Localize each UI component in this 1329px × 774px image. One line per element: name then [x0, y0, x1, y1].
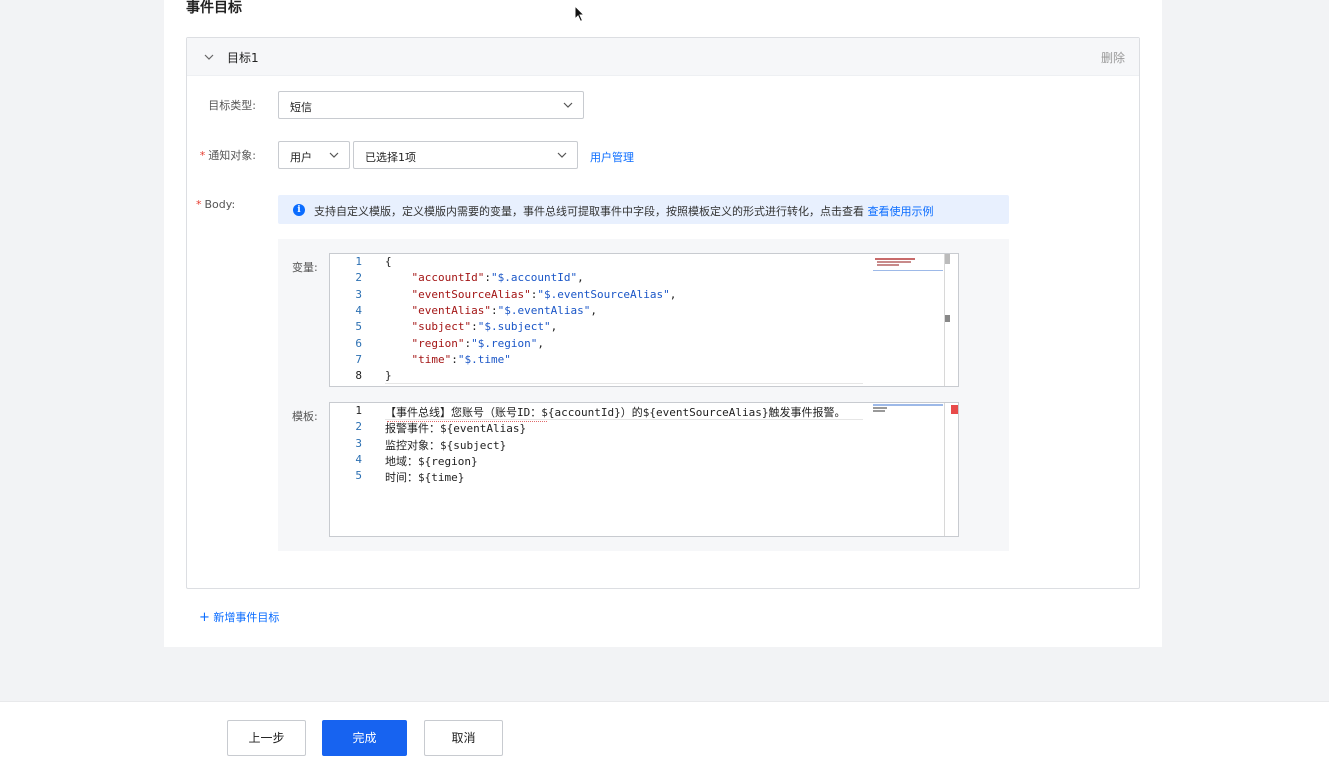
line-number: 2	[355, 271, 362, 285]
chevron-down-icon	[563, 102, 573, 108]
code-line: 地域：${region}	[385, 454, 478, 468]
line-number: 1	[355, 255, 362, 268]
error-marker	[951, 405, 958, 414]
json-value: "$.eventAlias"	[497, 303, 591, 317]
code-line: "time":"$.time"	[411, 352, 511, 366]
json-key: "subject"	[411, 320, 472, 334]
add-target-button[interactable]: + 新增事件目标	[199, 609, 279, 625]
info-icon: i	[293, 204, 305, 216]
line-number: 4	[355, 303, 362, 317]
notify-target-label: * 通知对象:	[196, 147, 256, 163]
code-line: "accountId":"$.accountId",	[411, 271, 584, 285]
template-editor[interactable]: 1 【事件总线】您账号（账号ID：${accountId}）的${eventSou…	[329, 402, 959, 537]
target-type-label: 目标类型:	[200, 97, 256, 113]
json-key: "region"	[411, 336, 465, 350]
info-banner: i 支持自定义模版，定义模版内需要的变量，事件总线可提取事件中字段，按照模板定义…	[278, 195, 1009, 224]
delete-button[interactable]: 删除	[1101, 49, 1125, 66]
required-mark: *	[196, 198, 202, 211]
user-manage-link[interactable]: 用户管理	[590, 149, 634, 165]
target-title: 目标1	[227, 51, 259, 65]
required-mark: *	[199, 149, 206, 162]
line-number: 2	[355, 420, 362, 434]
scroll-thumb[interactable]	[945, 254, 950, 264]
json-value: "$.accountId"	[490, 271, 578, 285]
vertical-scrollbar[interactable]	[944, 403, 958, 536]
line-number: 8	[355, 369, 362, 383]
code-line: 报警事件：${eventAlias}	[385, 422, 527, 436]
section-title: 事件目标	[186, 0, 242, 16]
code-line: "region":"$.region",	[411, 336, 544, 350]
notify-kind-select[interactable]: 用户	[278, 141, 350, 169]
minimap-line	[873, 410, 885, 412]
mouse-cursor-icon	[574, 5, 586, 23]
minimap-line	[877, 264, 899, 266]
finish-button[interactable]: 完成	[322, 720, 407, 756]
code-line: "subject":"$.subject",	[411, 320, 558, 334]
code-line: {	[385, 255, 392, 268]
template-label: 模板:	[292, 410, 318, 423]
json-value: "$.region"	[471, 336, 538, 350]
usage-example-link[interactable]: 查看使用示例	[868, 205, 934, 218]
current-line-highlight	[385, 383, 863, 384]
json-value: "$.subject"	[477, 320, 551, 334]
variables-editor[interactable]: 1 {2 "accountId":"$.accountId", 3 "eventSo…	[329, 253, 959, 387]
minimap-viewport	[873, 404, 943, 406]
code-line: }	[385, 369, 392, 383]
chevron-down-icon[interactable]	[203, 51, 215, 63]
notify-users-select[interactable]: 已选择1项	[353, 141, 578, 169]
info-text: 支持自定义模版，定义模版内需要的变量，事件总线可提取事件中字段，按照模板定义的形…	[314, 203, 934, 219]
line-number: 1	[355, 404, 362, 417]
line-number: 3	[355, 436, 362, 450]
json-key: "eventSourceAlias"	[411, 287, 531, 301]
json-key: "eventAlias"	[411, 303, 491, 317]
minimap-line	[873, 407, 887, 409]
minimap-line	[877, 261, 911, 263]
previous-step-button[interactable]: 上一步	[227, 720, 306, 756]
notify-users-value: 已选择1项	[365, 151, 416, 164]
code-line: 【事件总线】您账号（账号ID：${accountId}）的${eventSour…	[385, 406, 846, 419]
target-type-label-text: 目标类型:	[208, 99, 256, 112]
footer-bar	[0, 701, 1329, 774]
line-number: 5	[355, 320, 362, 334]
notify-kind-value: 用户	[290, 151, 312, 164]
vertical-scrollbar[interactable]	[944, 254, 958, 386]
plus-icon: +	[199, 610, 210, 625]
code-line: 时间：${time}	[385, 471, 465, 485]
line-number: 3	[355, 287, 362, 301]
target-header[interactable]: 目标1 删除	[187, 38, 1139, 76]
target-type-select[interactable]: 短信	[278, 91, 584, 119]
code-line: "eventAlias":"$.eventAlias",	[411, 303, 597, 317]
json-key: "accountId"	[411, 271, 485, 285]
scroll-marker	[945, 315, 950, 322]
info-message: 支持自定义模版，定义模版内需要的变量，事件总线可提取事件中字段，按照模板定义的形…	[314, 205, 864, 218]
code-line: "eventSourceAlias":"$.eventSourceAlias",	[411, 287, 677, 301]
cancel-button[interactable]: 取消	[424, 720, 503, 756]
line-number: 6	[355, 336, 362, 350]
target-type-value: 短信	[290, 101, 312, 114]
json-key: "time"	[411, 352, 452, 366]
minimap	[871, 403, 943, 536]
line-number: 7	[355, 352, 362, 366]
notify-target-label-text: 通知对象:	[208, 149, 256, 162]
add-target-label: 新增事件目标	[213, 611, 280, 624]
minimap-line	[875, 258, 915, 260]
chevron-down-icon	[329, 152, 339, 158]
body-label: * Body:	[196, 198, 240, 211]
line-number: 5	[355, 469, 362, 483]
json-value: "$.eventSourceAlias"	[537, 287, 670, 301]
variables-label: 变量:	[292, 261, 318, 274]
minimap	[871, 254, 943, 386]
line-number: 4	[355, 452, 362, 466]
body-label-text: Body:	[204, 198, 236, 211]
chevron-down-icon	[557, 152, 567, 158]
code-line: 监控对象：${subject}	[385, 438, 507, 452]
json-value: "$.time"	[457, 352, 511, 366]
